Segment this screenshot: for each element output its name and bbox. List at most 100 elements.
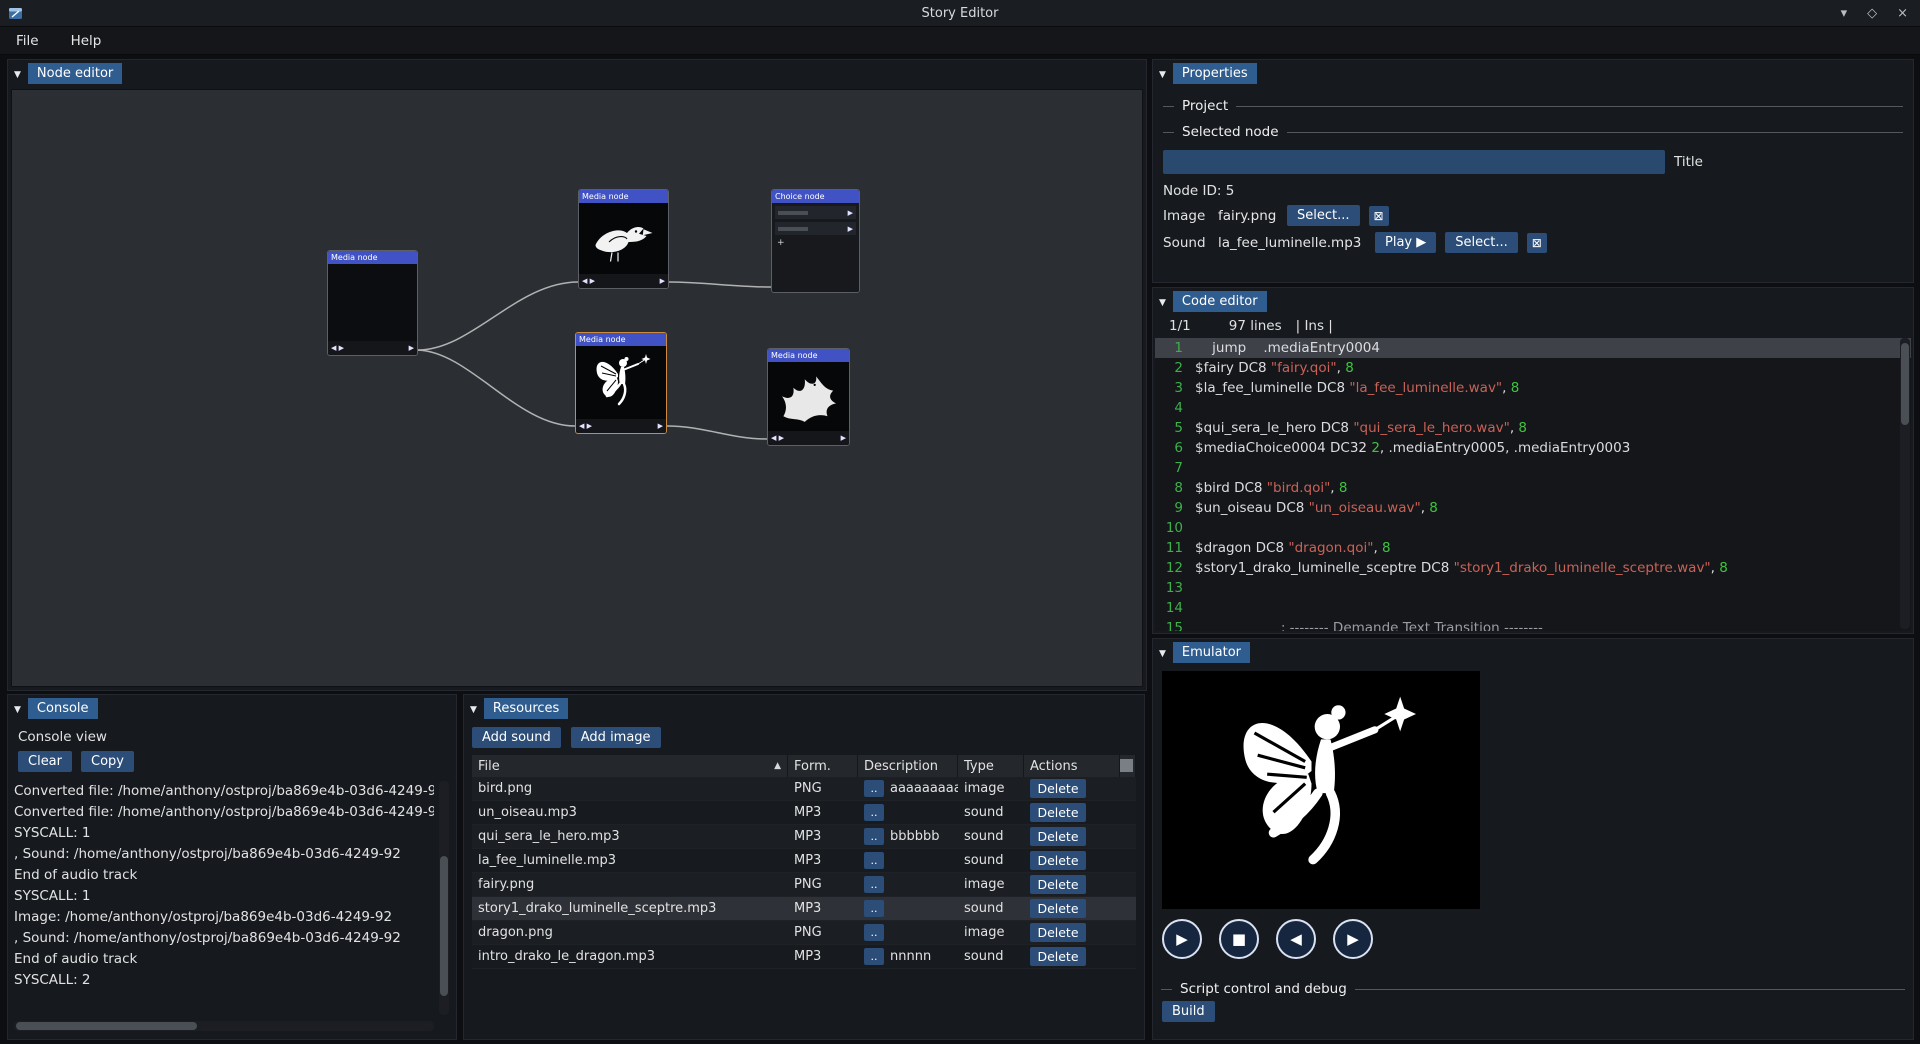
node-media-1[interactable]: Media node: [327, 250, 418, 356]
code-line[interactable]: 4: [1155, 398, 1911, 418]
table-row[interactable]: bird.pngPNG..aaaaaaaaaimageDelete: [472, 777, 1136, 801]
edit-description-button[interactable]: ..: [864, 828, 884, 845]
column-header-format[interactable]: Form.: [788, 755, 858, 777]
console-hscrollbar[interactable]: [14, 1021, 434, 1031]
add-sound-button[interactable]: Add sound: [472, 727, 561, 748]
node-media-bird[interactable]: Media node: [578, 189, 669, 289]
code-line[interactable]: 11$dragon DC8 "dragon.qoi", 8: [1155, 538, 1911, 558]
console-hscrollbar-thumb[interactable]: [16, 1022, 197, 1030]
collapse-arrow-icon[interactable]: [470, 700, 477, 716]
delete-button[interactable]: Delete: [1030, 899, 1086, 918]
table-row[interactable]: la_fee_luminelle.mp3MP3..soundDelete: [472, 849, 1136, 873]
console-log[interactable]: Converted file: /home/anthony/ostproj/ba…: [14, 781, 434, 1015]
node-canvas[interactable]: Media node Media node: [11, 89, 1143, 687]
copy-button[interactable]: Copy: [81, 751, 134, 772]
stepper-icon[interactable]: [771, 434, 784, 442]
emulator-tab[interactable]: Emulator: [1173, 642, 1250, 663]
delete-button[interactable]: Delete: [1030, 827, 1086, 846]
sound-clear-button[interactable]: ⊠: [1527, 233, 1547, 253]
console-vscrollbar-thumb[interactable]: [440, 856, 448, 996]
column-header-type[interactable]: Type: [958, 755, 1024, 777]
delete-button[interactable]: Delete: [1030, 923, 1086, 942]
choice-option-row[interactable]: [775, 222, 856, 235]
pin-out-icon[interactable]: [409, 344, 414, 352]
code-scrollbar-thumb[interactable]: [1901, 343, 1909, 425]
collapse-arrow-icon[interactable]: [14, 65, 21, 81]
code-line[interactable]: 1 jump .mediaEntry0004: [1155, 338, 1911, 358]
maximize-button[interactable]: ◇: [1867, 6, 1877, 21]
code-line[interactable]: 3$la_fee_luminelle DC8 "la_fee_luminelle…: [1155, 378, 1911, 398]
column-header-file[interactable]: File ▲: [472, 755, 788, 777]
sound-select-button[interactable]: Select...: [1445, 232, 1518, 253]
title-input[interactable]: [1163, 150, 1665, 174]
delete-button[interactable]: Delete: [1030, 779, 1086, 798]
code-line[interactable]: 7: [1155, 458, 1911, 478]
console-vscrollbar[interactable]: [439, 781, 449, 1015]
clear-button[interactable]: Clear: [18, 751, 72, 772]
edit-description-button[interactable]: ..: [864, 804, 884, 821]
menu-help[interactable]: Help: [67, 31, 106, 51]
code-line[interactable]: 14: [1155, 598, 1911, 618]
delete-button[interactable]: Delete: [1030, 875, 1086, 894]
minimize-button[interactable]: ▾: [1841, 6, 1848, 21]
code-scrollbar[interactable]: [1900, 338, 1910, 629]
console-tab[interactable]: Console: [28, 698, 98, 719]
code-line[interactable]: 9$un_oiseau DC8 "un_oiseau.wav", 8: [1155, 498, 1911, 518]
table-row[interactable]: intro_drako_le_dragon.mp3MP3..nnnnnsound…: [472, 945, 1136, 969]
code-line[interactable]: 5$qui_sera_le_hero DC8 "qui_sera_le_hero…: [1155, 418, 1911, 438]
build-button[interactable]: Build: [1162, 1001, 1215, 1022]
pin-out-icon[interactable]: [658, 422, 663, 430]
edit-description-button[interactable]: ..: [864, 876, 884, 893]
stepper-icon[interactable]: [579, 422, 592, 430]
edit-description-button[interactable]: ..: [864, 900, 884, 917]
code-line[interactable]: 6$mediaChoice0004 DC32 2, .mediaEntry000…: [1155, 438, 1911, 458]
play-button[interactable]: ▶: [1162, 919, 1202, 959]
code-line[interactable]: 15 ; -------- Demande Text Transition --…: [1155, 618, 1911, 631]
table-row[interactable]: fairy.pngPNG..imageDelete: [472, 873, 1136, 897]
image-clear-button[interactable]: ⊠: [1369, 206, 1389, 226]
edit-description-button[interactable]: ..: [864, 948, 884, 965]
stepper-icon[interactable]: [331, 344, 344, 352]
delete-button[interactable]: Delete: [1030, 851, 1086, 870]
code-line[interactable]: 12$story1_drako_luminelle_sceptre DC8 "s…: [1155, 558, 1911, 578]
table-row[interactable]: story1_drako_luminelle_sceptre.mp3MP3..s…: [472, 897, 1136, 921]
node-choice[interactable]: Choice node +: [771, 189, 860, 293]
add-image-button[interactable]: Add image: [571, 727, 661, 748]
delete-button[interactable]: Delete: [1030, 947, 1086, 966]
code-lines[interactable]: 1 jump .mediaEntry00042$fairy DC8 "fairy…: [1155, 338, 1911, 631]
code-line[interactable]: 8$bird DC8 "bird.qoi", 8: [1155, 478, 1911, 498]
table-row[interactable]: un_oiseau.mp3MP3..soundDelete: [472, 801, 1136, 825]
properties-tab[interactable]: Properties: [1173, 63, 1257, 84]
close-button[interactable]: ×: [1897, 6, 1908, 21]
collapse-arrow-icon[interactable]: [1159, 65, 1166, 81]
forward-button[interactable]: ▶: [1333, 919, 1373, 959]
stepper-icon[interactable]: [582, 277, 595, 285]
image-select-button[interactable]: Select...: [1287, 205, 1360, 226]
column-header-description[interactable]: Description: [858, 755, 958, 777]
rewind-button[interactable]: ◀: [1276, 919, 1316, 959]
edit-description-button[interactable]: ..: [864, 780, 884, 797]
collapse-arrow-icon[interactable]: [1159, 293, 1166, 309]
pin-out-icon[interactable]: [841, 434, 846, 442]
stop-button[interactable]: ■: [1219, 919, 1259, 959]
collapse-arrow-icon[interactable]: [14, 700, 21, 716]
code-line[interactable]: 2$fairy DC8 "fairy.qoi", 8: [1155, 358, 1911, 378]
delete-button[interactable]: Delete: [1030, 803, 1086, 822]
sound-play-button[interactable]: Play ▶: [1375, 232, 1436, 253]
node-media-dragon[interactable]: Media node: [767, 348, 850, 446]
edit-description-button[interactable]: ..: [864, 852, 884, 869]
pin-out-icon[interactable]: [660, 277, 665, 285]
code-line[interactable]: 10: [1155, 518, 1911, 538]
column-header-actions[interactable]: Actions: [1024, 755, 1120, 777]
table-row[interactable]: dragon.pngPNG..imageDelete: [472, 921, 1136, 945]
menu-file[interactable]: File: [12, 31, 43, 51]
collapse-arrow-icon[interactable]: [1159, 644, 1166, 660]
code-line[interactable]: 13: [1155, 578, 1911, 598]
code-editor-tab[interactable]: Code editor: [1173, 291, 1267, 312]
edit-description-button[interactable]: ..: [864, 924, 884, 941]
resources-tab[interactable]: Resources: [484, 698, 568, 719]
table-options-button[interactable]: [1120, 759, 1133, 772]
table-row[interactable]: qui_sera_le_hero.mp3MP3..bbbbbbsoundDele…: [472, 825, 1136, 849]
node-media-fairy[interactable]: Media node: [575, 332, 667, 434]
node-editor-tab[interactable]: Node editor: [28, 63, 122, 84]
